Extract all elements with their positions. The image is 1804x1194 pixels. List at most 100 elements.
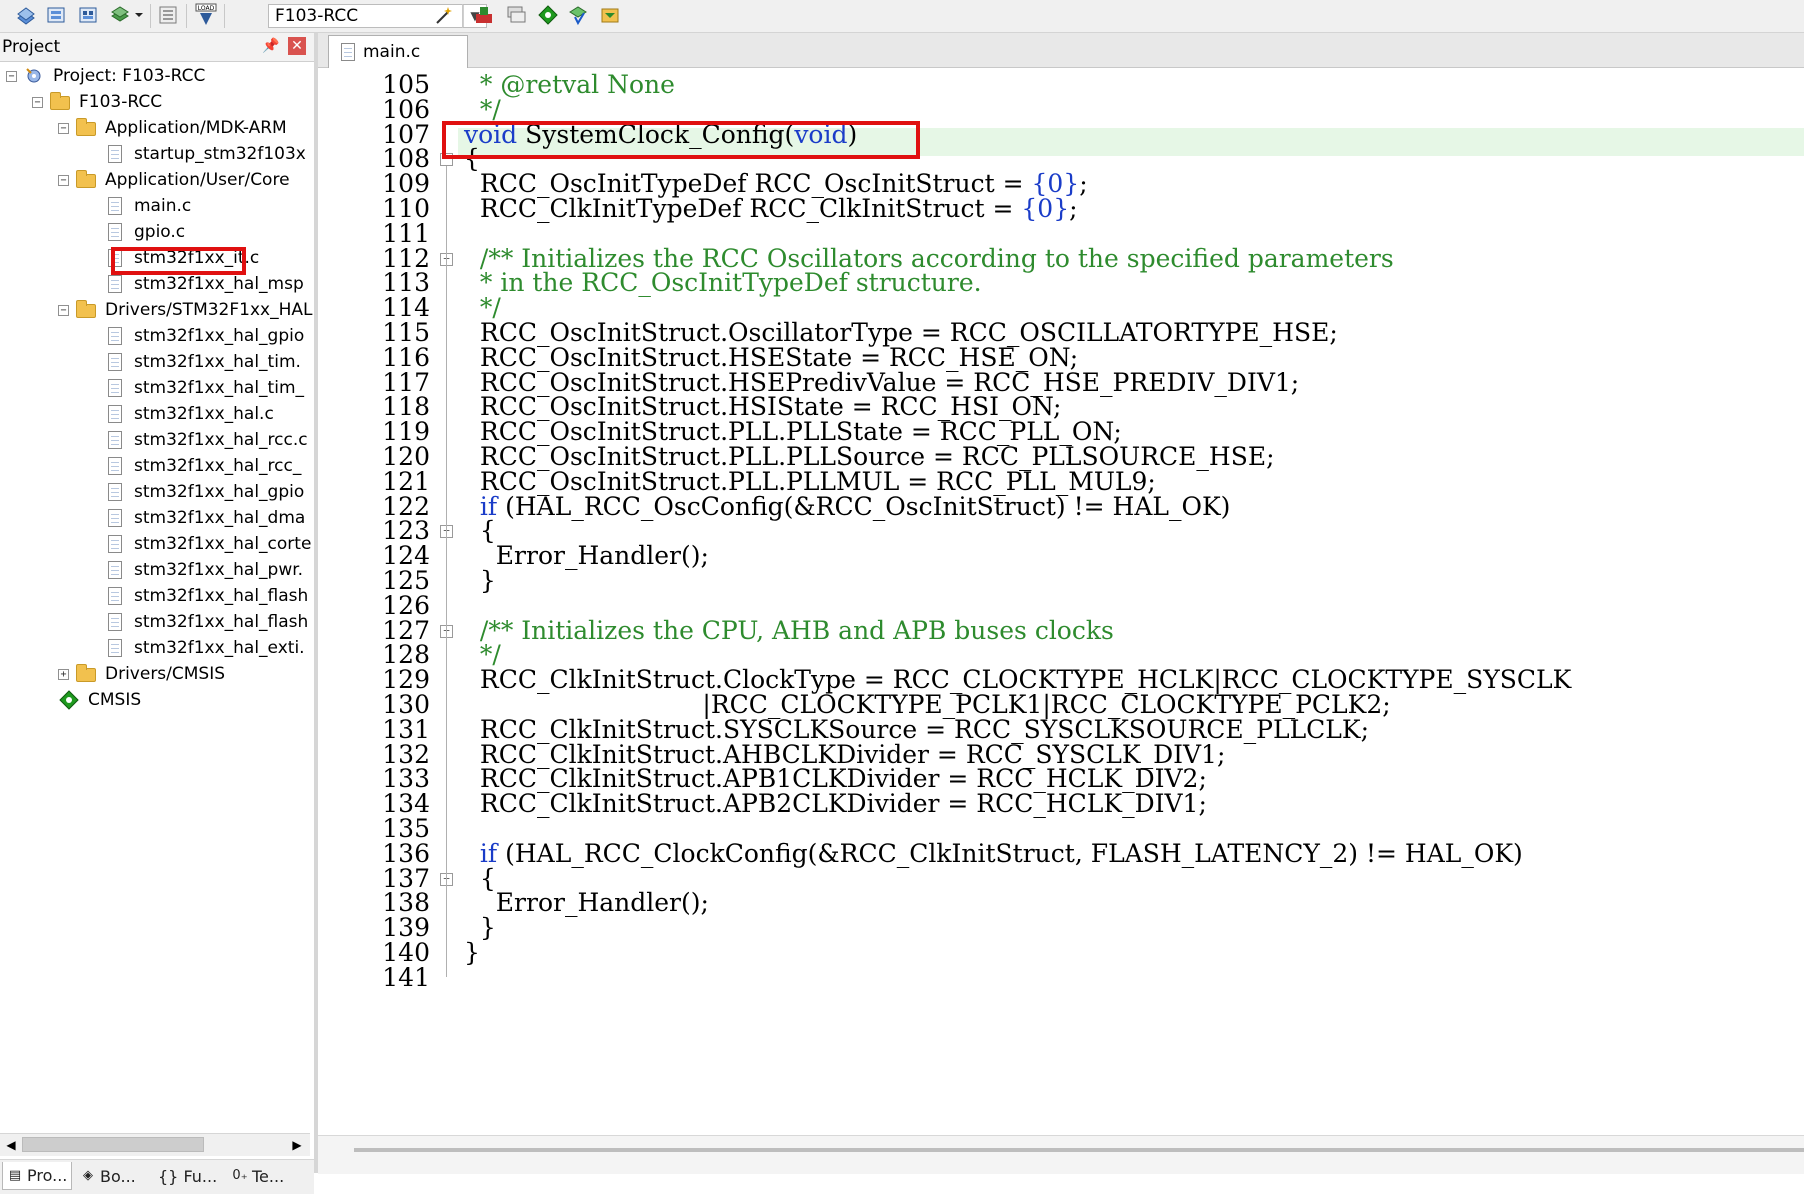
fold-margin: −−−−− bbox=[436, 71, 458, 1173]
tree-item-label: Application/User/Core bbox=[105, 170, 290, 190]
chevron-down-icon[interactable] bbox=[132, 3, 146, 27]
file-icon bbox=[104, 560, 126, 580]
toolbar-separator bbox=[186, 4, 187, 28]
code-comment: /** Initializes the CPU, AHB and APB bus… bbox=[464, 615, 1114, 645]
window-layout-icon[interactable] bbox=[504, 3, 528, 27]
collapse-icon[interactable]: − bbox=[58, 122, 69, 134]
tree-item-label: stm32f1xx_hal_msp bbox=[134, 274, 304, 294]
toolbar-separator bbox=[224, 4, 225, 28]
tree-item-label: stm32f1xx_hal_exti. bbox=[134, 638, 305, 658]
file-icon bbox=[104, 456, 126, 476]
code-token: (HAL_RCC_ClockConfig(&RCC_ClkInitStruct,… bbox=[497, 838, 1523, 868]
fold-guide bbox=[446, 538, 447, 580]
code-line: if (HAL_RCC_OscConfig(&RCC_OscInitStruct… bbox=[464, 492, 1231, 522]
code-line: RCC_ClkInitStruct.APB2CLKDivider = RCC_H… bbox=[464, 789, 1207, 819]
expand-icon[interactable]: + bbox=[58, 668, 69, 680]
code-token: ; bbox=[1069, 194, 1078, 223]
templates-tab-icon: 0₊ bbox=[232, 1168, 248, 1183]
scrollbar-thumb[interactable] bbox=[22, 1137, 204, 1152]
tab-books[interactable]: ◈ Bo... bbox=[76, 1162, 150, 1190]
scroll-right-icon[interactable]: ▶ bbox=[288, 1136, 306, 1154]
code-text-area[interactable]: * @retval None */void SystemClock_Config… bbox=[458, 71, 1804, 1173]
pack-installer-icon[interactable] bbox=[536, 3, 560, 27]
project-icon bbox=[23, 66, 45, 86]
file-icon bbox=[104, 612, 126, 632]
code-token: ; bbox=[1079, 169, 1088, 199]
code-token: SystemClock_Config( bbox=[517, 119, 795, 149]
tree-item-label: Project: F103-RCC bbox=[53, 66, 206, 86]
code-literal: {0} bbox=[1021, 194, 1070, 223]
cmsis-icon bbox=[58, 690, 80, 710]
options-icon[interactable] bbox=[76, 3, 100, 27]
tree-item-label: stm32f1xx_hal_flash bbox=[134, 612, 309, 632]
file-icon bbox=[104, 352, 126, 372]
load-icon[interactable]: LOAD bbox=[194, 3, 218, 27]
file-icon bbox=[104, 326, 126, 346]
file-icon bbox=[104, 482, 126, 502]
project-tree: − Project: F103-RCC − F103-RCC − Application/… bbox=[0, 63, 314, 1119]
pin-icon[interactable]: 📌 bbox=[262, 38, 279, 54]
tab-main-c[interactable]: main.c bbox=[328, 35, 468, 68]
build-icon[interactable] bbox=[14, 3, 38, 27]
fold-toggle-icon[interactable]: − bbox=[440, 153, 453, 167]
project-horizontal-scrollbar[interactable]: ◀ ▶ bbox=[0, 1133, 310, 1156]
file-icon bbox=[104, 638, 126, 658]
manage-components-icon[interactable] bbox=[472, 3, 496, 27]
folder-icon bbox=[75, 300, 97, 320]
tab-main-c-label: main.c bbox=[363, 42, 421, 62]
collapse-icon[interactable]: − bbox=[32, 96, 43, 108]
toolbar-separator bbox=[462, 4, 463, 28]
tree-item-label: stm32f1xx_hal_gpio bbox=[134, 482, 305, 502]
select-software-icon[interactable] bbox=[566, 3, 590, 27]
code-token: } bbox=[464, 938, 480, 967]
fold-guide bbox=[446, 910, 447, 952]
code-token: Error_Handler(); bbox=[464, 541, 709, 571]
tree-item-label: stm32f1xx_hal_tim. bbox=[134, 352, 301, 372]
code-keyword: void bbox=[794, 119, 848, 149]
close-icon[interactable]: ✕ bbox=[288, 37, 306, 55]
tree-item-label: Drivers/CMSIS bbox=[105, 664, 226, 684]
batch-icon[interactable] bbox=[108, 3, 132, 27]
project-panel-header: Project 📌 ✕ bbox=[0, 33, 314, 62]
code-line: if (HAL_RCC_ClockConfig(&RCC_ClkInitStru… bbox=[464, 838, 1523, 869]
file-icon bbox=[104, 222, 126, 242]
svg-text:LOAD: LOAD bbox=[198, 5, 215, 12]
tab-functions-label: {} Fu... bbox=[158, 1166, 218, 1186]
tab-templates[interactable]: 0₊ Te... bbox=[228, 1162, 298, 1190]
editor-horizontal-scrollbar[interactable] bbox=[318, 1135, 1804, 1174]
tree-item-label: Application/MDK-ARM bbox=[105, 118, 287, 138]
toolbar: LOAD F103-RCC ▼ bbox=[0, 0, 1804, 33]
code-line: RCC_ClkInitTypeDef RCC_ClkInitStruct = {… bbox=[464, 194, 1078, 224]
file-icon bbox=[341, 43, 355, 61]
folder-icon bbox=[75, 664, 97, 684]
tab-project-label: Pro... bbox=[27, 1166, 68, 1185]
tree-group-item[interactable]: CMSIS bbox=[58, 685, 141, 715]
file-icon bbox=[104, 534, 126, 554]
toolbar-separator bbox=[150, 4, 151, 28]
line-number: 141 bbox=[382, 962, 430, 992]
panel-bottom-tabs: ▤ Pro... ◈ Bo... {} Fu... 0₊ Te... bbox=[0, 1159, 314, 1194]
code-line: Error_Handler(); bbox=[464, 889, 709, 918]
tree-item-label: stm32f1xx_hal_pwr. bbox=[134, 560, 304, 580]
code-line: } bbox=[464, 938, 480, 968]
collapse-icon[interactable]: − bbox=[58, 304, 69, 316]
scroll-left-icon[interactable]: ◀ bbox=[2, 1136, 20, 1154]
magic-wand-icon[interactable] bbox=[432, 3, 456, 27]
project-panel-title: Project bbox=[2, 37, 61, 57]
tab-functions[interactable]: {} Fu... bbox=[154, 1162, 224, 1190]
code-token: ) bbox=[847, 119, 858, 149]
event-recorder-icon[interactable] bbox=[598, 3, 622, 27]
tree-item-label: stm32f1xx_hal_corte bbox=[134, 534, 312, 554]
collapse-icon[interactable]: − bbox=[6, 70, 17, 82]
project-panel: Project 📌 ✕ − Project: F103-RCC − F103-RCC −… bbox=[0, 33, 318, 1194]
download-icon[interactable] bbox=[44, 3, 68, 27]
editor-tab-strip: main.c bbox=[318, 33, 1804, 68]
tab-books-label: Bo... bbox=[100, 1166, 136, 1186]
code-line: } bbox=[464, 566, 496, 596]
tab-project[interactable]: ▤ Pro... bbox=[2, 1162, 72, 1190]
code-token: Error_Handler(); bbox=[464, 888, 709, 918]
translate-icon[interactable] bbox=[156, 3, 180, 27]
tree-item-label: Drivers/STM32F1xx_HAL bbox=[105, 300, 313, 320]
collapse-icon[interactable]: − bbox=[58, 174, 69, 186]
file-icon bbox=[104, 378, 126, 398]
